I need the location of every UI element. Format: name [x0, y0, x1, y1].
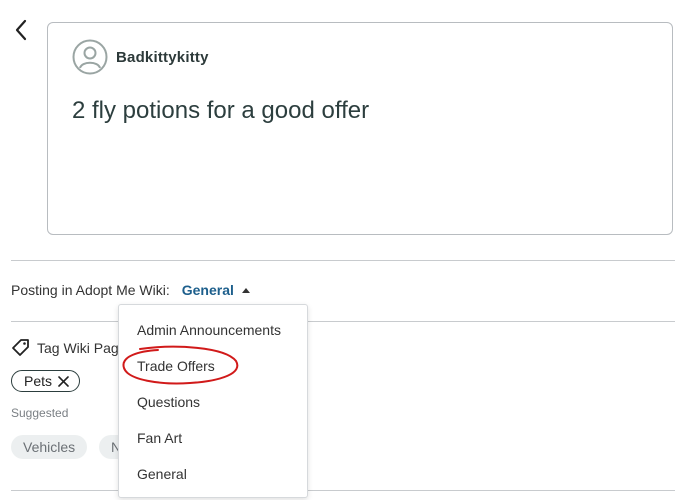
dropdown-option-fan-art[interactable]: Fan Art: [137, 430, 182, 446]
post-preview-card: Badkittykitty 2 fly potions for a good o…: [47, 22, 673, 235]
posting-label: Posting in Adopt Me Wiki:: [11, 282, 170, 298]
posting-location-row: Posting in Adopt Me Wiki: General: [11, 282, 250, 298]
post-author: Badkittykitty: [72, 39, 209, 75]
caret-up-icon: [241, 287, 250, 293]
back-button[interactable]: [8, 16, 34, 44]
divider: [11, 260, 675, 261]
tag-chip-label: Pets: [24, 373, 53, 389]
tag-wiki-page-button[interactable]: Tag Wiki Page: [11, 338, 126, 358]
category-select[interactable]: General: [182, 282, 250, 298]
tag-icon: [12, 339, 29, 356]
dropdown-option-general[interactable]: General: [137, 466, 187, 482]
user-avatar-icon: [72, 39, 108, 75]
divider: [11, 321, 675, 322]
tag-chip-pets: Pets: [11, 370, 81, 392]
divider: [11, 490, 675, 491]
dropdown-option-admin-announcements[interactable]: Admin Announcements: [137, 322, 281, 338]
suggested-label: Suggested: [11, 406, 69, 420]
suggested-tag-vehicles[interactable]: Vehicles: [11, 435, 88, 459]
suggested-tag-label: Vehicles: [23, 439, 76, 455]
author-username: Badkittykitty: [116, 48, 209, 66]
category-selected-value: General: [181, 282, 234, 298]
chevron-left-icon: [15, 19, 27, 41]
dropdown-option-trade-offers[interactable]: Trade Offers: [137, 358, 215, 374]
close-icon[interactable]: [58, 375, 69, 387]
dropdown-option-questions[interactable]: Questions: [137, 394, 200, 410]
tag-wiki-page-label: Tag Wiki Page: [37, 340, 127, 356]
category-dropdown-menu: Admin Announcements Trade Offers Questio…: [118, 304, 308, 498]
post-title: 2 fly potions for a good offer: [72, 97, 370, 124]
